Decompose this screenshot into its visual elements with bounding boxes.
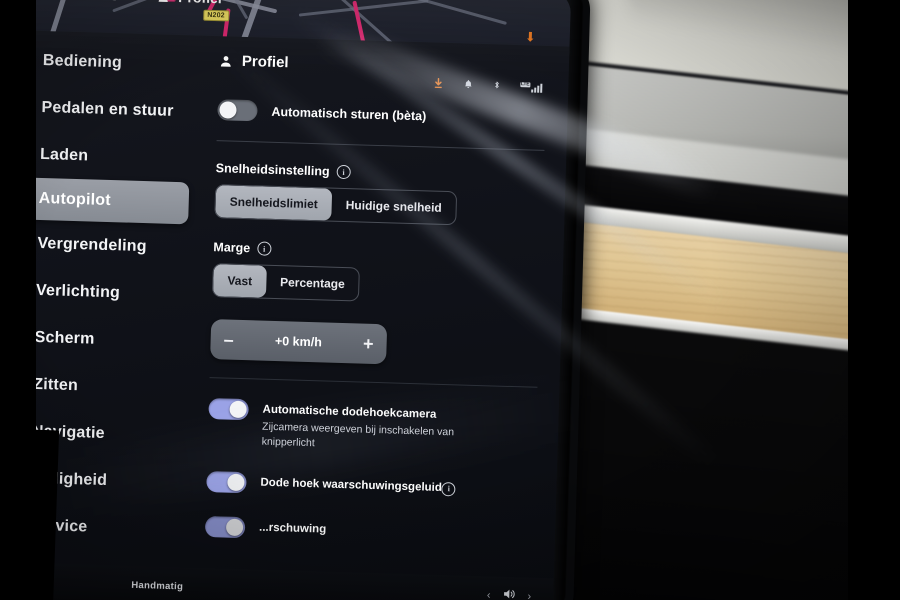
bluetooth-icon[interactable]: [492, 78, 501, 93]
divider: [209, 377, 538, 388]
sidebar-item-label: Verlichting: [35, 281, 121, 301]
previous-track-icon[interactable]: ‹: [487, 589, 491, 600]
info-icon[interactable]: i: [336, 164, 351, 180]
person-icon: [220, 55, 231, 67]
signal-bars: [531, 83, 543, 93]
next-setting-text: ...rschuwing: [259, 518, 327, 539]
sidebar-item-label: Pedalen en stuur: [41, 98, 174, 120]
next-setting-toggle[interactable]: [204, 516, 246, 539]
blindspot-chime-row[interactable]: Dode hoek waarschuwingsgeluid i: [206, 471, 534, 502]
info-icon[interactable]: i: [257, 241, 272, 256]
settings-panel: Bediening Pedalen en stuur Laden Autopil…: [0, 29, 570, 600]
notification-bell-icon[interactable]: [463, 77, 473, 92]
blindspot-chime-toggle[interactable]: [206, 471, 247, 494]
segment-vast[interactable]: Vast: [212, 264, 267, 298]
segment-snelheidslimiet[interactable]: Snelheidslimiet: [215, 185, 333, 221]
next-setting-title: ...rschuwing: [258, 521, 327, 536]
autosteer-row[interactable]: Automatisch sturen (bèta): [217, 99, 545, 130]
volume-control[interactable]: ‹ ›: [487, 586, 532, 600]
outside-temperature: 9°C: [95, 0, 120, 3]
speed-setting-segmented-control[interactable]: Snelheidslimiet Huidige snelheid: [214, 184, 458, 226]
climate-mode-label[interactable]: Handmatig: [131, 579, 183, 592]
toggle-knob: [225, 518, 244, 537]
top-profile-label: Profiel: [178, 0, 222, 6]
sidebar-item-label: Scherm: [34, 328, 95, 348]
system-status-icons: LTE: [432, 77, 543, 95]
toggle-knob: [219, 101, 237, 119]
next-track-icon[interactable]: ›: [527, 591, 531, 600]
sidebar-item-label: Laden: [39, 145, 89, 164]
autosteer-toggle[interactable]: [217, 99, 258, 122]
toggle-knob: [229, 400, 247, 419]
margin-segmented-control[interactable]: Vast Percentage: [211, 263, 361, 302]
blindspot-camera-text: Automatische dodehoekcamera Zijcamera we…: [261, 400, 467, 457]
touchscreen-display: A9 N202 9°C Profiel ⬇ Bediening Pedalen …: [0, 0, 572, 600]
stepper-increase-button[interactable]: +: [363, 334, 374, 354]
stepper-decrease-button[interactable]: –: [223, 329, 234, 349]
sidebar-item-label: Autopilot: [38, 189, 112, 210]
segment-percentage[interactable]: Percentage: [266, 266, 360, 301]
page-title: Profiel: [241, 52, 289, 72]
content-header: Profiel: [219, 52, 547, 79]
blindspot-chime-title: Dode hoek waarschuwingsgeluid: [260, 476, 443, 495]
tesla-touchscreen-photo: A9 N202 9°C Profiel ⬇ Bediening Pedalen …: [0, 0, 900, 600]
sidebar-item-label: Vergrendeling: [37, 234, 147, 255]
info-icon[interactable]: i: [441, 481, 457, 497]
right-dark-edge: [848, 0, 900, 600]
sidebar-item-label: Bediening: [42, 51, 123, 71]
volume-speaker-icon[interactable]: [500, 587, 518, 600]
autosteer-label: Automatisch sturen (bèta): [271, 104, 427, 123]
settings-content: Profiel LTE Automatisch sturen (bèta) Sn…: [185, 36, 570, 600]
sidebar-item-label: Zitten: [33, 375, 79, 394]
speed-setting-title-row: Snelheidsinstelling i: [216, 161, 544, 185]
map-download-indicator-icon: ⬇: [524, 29, 537, 45]
toggle-knob: [227, 473, 245, 492]
sidebar-item-autopilot[interactable]: Autopilot: [10, 177, 190, 225]
blindspot-camera-subtitle: Zijcamera weergeven bij inschakelen van …: [261, 420, 455, 450]
speed-offset-stepper[interactable]: – +0 km/h +: [210, 319, 388, 365]
divider: [216, 140, 545, 151]
blindspot-camera-title: Automatische dodehoekcamera: [262, 403, 437, 421]
speed-setting-title: Snelheidsinstelling: [215, 161, 330, 179]
person-icon: [159, 0, 169, 2]
segment-huidige-snelheid[interactable]: Huidige snelheid: [331, 189, 456, 225]
blindspot-chime-text: Dode hoek waarschuwingsgeluid i: [260, 473, 457, 497]
margin-title-row: Marge i: [213, 240, 541, 264]
blindspot-camera-row[interactable]: Automatische dodehoekcamera Zijcamera we…: [207, 398, 536, 459]
stepper-value: +0 km/h: [274, 333, 323, 350]
next-setting-row-partial[interactable]: ...rschuwing: [204, 516, 533, 547]
margin-title: Marge: [213, 240, 251, 256]
software-update-download-icon[interactable]: [432, 77, 444, 92]
lte-label: LTE: [519, 80, 531, 87]
blindspot-camera-toggle[interactable]: [208, 398, 249, 421]
top-profile-button[interactable]: Profiel: [157, 0, 222, 6]
lte-signal-icon[interactable]: LTE: [519, 80, 543, 93]
